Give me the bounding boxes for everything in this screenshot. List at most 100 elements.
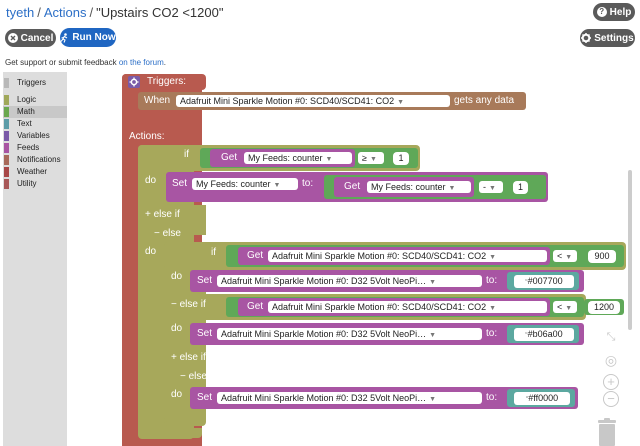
chevron-down-icon: ▼ [397, 99, 405, 106]
category-swatch [4, 143, 9, 153]
run-now-button[interactable]: Run Now [60, 28, 116, 47]
operator-dropdown[interactable]: - ▼ [479, 181, 503, 193]
color-text-field[interactable]: “#ff0000 [514, 392, 570, 405]
category-swatch [4, 119, 9, 129]
feed-dropdown[interactable]: Adafruit Mini Sparkle Motion #0: SCD40/S… [268, 250, 547, 262]
to-label: to: [486, 275, 498, 286]
close-icon [7, 33, 18, 43]
zoom-out-icon[interactable]: − [603, 391, 619, 407]
feedback-suffix: . [163, 58, 166, 67]
when-feed-dropdown[interactable]: Adafruit Mini Sparkle Motion #0: SCD40/S… [176, 95, 450, 107]
toolbox-category-text[interactable]: Text [3, 118, 67, 130]
zoom-in-icon[interactable]: + [603, 374, 619, 390]
help-icon: ? [596, 7, 607, 17]
feedback-text: Get support or submit feedback on the fo… [5, 58, 166, 67]
set-label: Set [197, 275, 213, 286]
feed-value: Adafruit Mini Sparkle Motion #0: SCD40/S… [272, 302, 487, 312]
category-swatch [4, 167, 9, 177]
toolbox-category-weather[interactable]: Weather [3, 166, 67, 178]
toolbox-category-variables[interactable]: Variables [3, 130, 67, 142]
category-swatch [4, 107, 9, 117]
blockly-workspace[interactable]: Triggers Logic Math Text Variables Feeds… [0, 72, 640, 446]
to-label: to: [486, 392, 498, 403]
feed-dropdown[interactable]: Adafruit Mini Sparkle Motion #0: SCD40/S… [268, 301, 547, 313]
number-field[interactable]: 1 [513, 181, 528, 194]
set-feed-dropdown[interactable]: Adafruit Mini Sparkle Motion #0: D32 5Vo… [217, 275, 482, 287]
operator-dropdown[interactable]: < ▼ [553, 250, 577, 262]
if-label: if [211, 247, 216, 258]
get-label: Get [221, 152, 238, 163]
do-label: do [171, 271, 183, 282]
category-label: Triggers [17, 78, 47, 87]
add-else-if-button[interactable]: + else if [145, 209, 180, 221]
breadcrumb-separator: / [89, 5, 94, 20]
operator-dropdown[interactable]: ≥ ▼ [358, 152, 384, 164]
help-button[interactable]: ? Help [593, 3, 635, 21]
category-label: Variables [17, 131, 50, 140]
feed-dropdown[interactable]: My Feeds: counter ▼ [367, 181, 471, 193]
triggers-label: Triggers: [147, 76, 187, 87]
remove-else-button[interactable]: − else [154, 228, 181, 240]
category-swatch [4, 95, 9, 105]
feed-dropdown[interactable]: My Feeds: counter ▼ [244, 152, 352, 164]
chevron-down-icon: ▼ [565, 305, 573, 312]
number-field[interactable]: 900 [588, 250, 616, 263]
toolbox-category-logic[interactable]: Logic [3, 94, 67, 106]
color-text-field[interactable]: “#007700 [514, 275, 574, 288]
category-label: Feeds [17, 143, 40, 152]
feed-value: Adafruit Mini Sparkle Motion #0: SCD40/S… [272, 251, 487, 261]
forum-link[interactable]: on the forum [119, 58, 164, 67]
toolbox-category-utility[interactable]: Utility [3, 178, 67, 190]
set-feed-dropdown[interactable]: Adafruit Mini Sparkle Motion #0: D32 5Vo… [217, 328, 482, 340]
set-feed-value: Adafruit Mini Sparkle Motion #0: D32 5Vo… [221, 276, 427, 286]
toolbox-category-feeds[interactable]: Feeds [3, 142, 67, 154]
number-field[interactable]: 1 [393, 152, 409, 165]
set-feed-dropdown[interactable]: Adafruit Mini Sparkle Motion #0: D32 5Vo… [217, 392, 482, 404]
category-label: Utility [17, 179, 37, 188]
breadcrumb-user-link[interactable]: tyeth [6, 5, 34, 20]
running-person-icon [60, 32, 68, 43]
remove-else-button[interactable]: − else [180, 371, 207, 383]
help-label: Help [609, 6, 632, 18]
chevron-down-icon: ▼ [489, 185, 496, 192]
vertical-scrollbar[interactable] [628, 170, 632, 330]
feed-value: My Feeds: counter [371, 182, 446, 192]
category-label: Weather [17, 167, 48, 176]
toolbox-category-notifications[interactable]: Notifications [3, 154, 67, 166]
feed-value: My Feeds: counter [248, 153, 323, 163]
toolbox-category-triggers[interactable]: Triggers [3, 77, 67, 89]
breadcrumb-actions-link[interactable]: Actions [44, 5, 87, 20]
set-feed-value: Adafruit Mini Sparkle Motion #0: D32 5Vo… [221, 393, 427, 403]
operator-value: < [557, 302, 563, 312]
cancel-button[interactable]: Cancel [5, 29, 56, 47]
operator-dropdown[interactable]: < ▼ [553, 301, 577, 313]
gear-icon[interactable] [128, 76, 140, 88]
do-label: do [171, 389, 183, 400]
fullscreen-icon[interactable]: ⤡ [604, 330, 618, 344]
category-label: Notifications [17, 155, 61, 164]
chevron-down-icon: ▼ [565, 254, 573, 261]
when-suffix: gets any data [454, 95, 515, 106]
get-label: Get [247, 301, 264, 312]
chevron-down-icon: ▼ [273, 182, 281, 189]
trash-icon[interactable] [596, 418, 618, 446]
recenter-icon[interactable]: ◎ [603, 353, 619, 367]
color-value: #b06a00 [527, 329, 563, 339]
cancel-label: Cancel [20, 32, 54, 44]
category-swatch [4, 131, 9, 141]
category-swatch [4, 78, 9, 88]
add-else-if-button[interactable]: + else if [171, 352, 206, 364]
chevron-down-icon: ▼ [369, 156, 377, 163]
color-value: #007700 [527, 276, 563, 286]
remove-else-if-button[interactable]: − else if [171, 299, 206, 311]
when-feed-value: Adafruit Mini Sparkle Motion #0: SCD40/S… [180, 96, 395, 106]
set-feed-dropdown[interactable]: My Feeds: counter ▼ [192, 178, 298, 190]
operator-value: - [483, 182, 486, 192]
number-field[interactable]: 1200 [588, 301, 620, 314]
chevron-down-icon: ▼ [489, 254, 497, 261]
toolbox-category-math[interactable]: Math [3, 106, 67, 118]
settings-button[interactable]: Settings [580, 29, 635, 47]
category-label: Math [17, 107, 35, 116]
color-text-field[interactable]: “#b06a00 [514, 328, 574, 341]
inner-if-footer [164, 413, 204, 422]
